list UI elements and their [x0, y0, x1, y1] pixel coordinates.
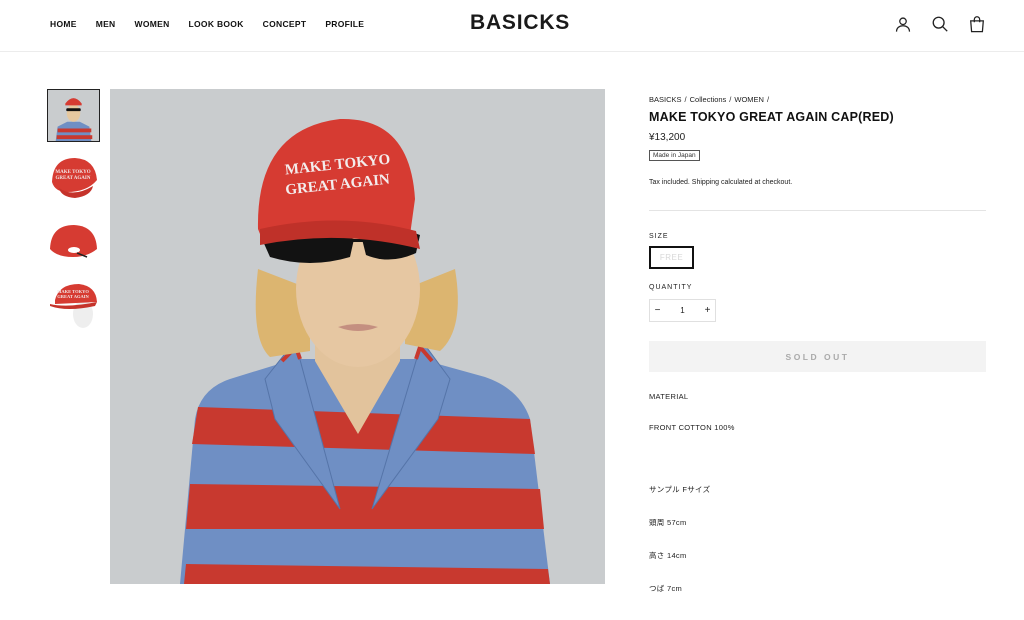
- breadcrumb-collections[interactable]: Collections: [690, 95, 727, 104]
- site-logo[interactable]: BASICKS: [470, 11, 570, 35]
- nav-home[interactable]: HOME: [50, 19, 77, 29]
- thumbnail-cap-front[interactable]: MAKE TOKYO GREAT AGAIN: [47, 152, 100, 205]
- cart-icon[interactable]: [968, 15, 986, 33]
- sold-out-button[interactable]: SOLD OUT: [649, 341, 986, 372]
- material-value: FRONT COTTON 100%: [649, 423, 735, 432]
- thumbnail-cap-mannequin[interactable]: MAKE TOKYO GREAT AGAIN: [47, 278, 100, 331]
- main-product-image[interactable]: MAKE TOKYO GREAT AGAIN: [110, 89, 605, 584]
- quantity-minus-button[interactable]: −: [650, 305, 665, 316]
- head-circumference: 頭周 57cm: [649, 518, 687, 527]
- size-option-free[interactable]: FREE: [649, 246, 694, 269]
- sample-size: サンプル Fサイズ: [649, 485, 711, 494]
- svg-text:MAKE TOKYO: MAKE TOKYO: [55, 170, 90, 175]
- thumbnail-cap-back[interactable]: [47, 215, 100, 268]
- account-icon[interactable]: [894, 15, 912, 33]
- product-title: MAKE TOKYO GREAT AGAIN CAP(RED): [649, 110, 894, 124]
- breadcrumb-women[interactable]: WOMEN: [734, 95, 764, 104]
- breadcrumb-separator: /: [684, 95, 687, 104]
- svg-text:GREAT AGAIN: GREAT AGAIN: [56, 176, 91, 181]
- site-header: HOME MEN WOMEN LOOK BOOK CONCEPT PROFILE…: [0, 0, 1024, 52]
- breadcrumb-separator: /: [766, 95, 770, 104]
- nav-women[interactable]: WOMEN: [135, 19, 170, 29]
- product-info: BASICKS / Collections / WOMEN / MAKE TOK…: [649, 95, 986, 594]
- breadcrumb-home[interactable]: BASICKS: [649, 95, 682, 104]
- search-icon[interactable]: [931, 15, 949, 33]
- thumbnail-model[interactable]: [47, 89, 100, 142]
- nav-look-book[interactable]: LOOK BOOK: [189, 19, 244, 29]
- tax-note: Tax included. Shipping calculated at che…: [649, 179, 793, 186]
- cap-height: 高さ 14cm: [649, 551, 687, 560]
- header-actions: [894, 15, 986, 33]
- nav-profile[interactable]: PROFILE: [325, 19, 364, 29]
- size-label: SIZE: [649, 233, 669, 240]
- breadcrumb: BASICKS / Collections / WOMEN /: [649, 95, 986, 104]
- thumbnail-list: MAKE TOKYO GREAT AGAIN MAKE TOKYO GREAT …: [47, 89, 101, 341]
- svg-text:GREAT AGAIN: GREAT AGAIN: [57, 294, 89, 299]
- main-nav: HOME MEN WOMEN LOOK BOOK CONCEPT PROFILE: [50, 19, 383, 29]
- divider: [649, 210, 986, 211]
- material-heading: MATERIAL: [649, 392, 689, 401]
- breadcrumb-separator: /: [729, 95, 732, 104]
- brim-length: つば 7cm: [649, 584, 683, 593]
- quantity-plus-button[interactable]: +: [700, 305, 715, 316]
- product-price: ¥13,200: [649, 132, 686, 143]
- quantity-stepper: − 1 +: [649, 299, 716, 322]
- nav-men[interactable]: MEN: [96, 19, 116, 29]
- made-in-japan-badge: Made in Japan: [649, 150, 700, 161]
- quantity-input[interactable]: 1: [665, 306, 700, 315]
- nav-concept[interactable]: CONCEPT: [263, 19, 307, 29]
- quantity-label: QUANTITY: [649, 284, 693, 291]
